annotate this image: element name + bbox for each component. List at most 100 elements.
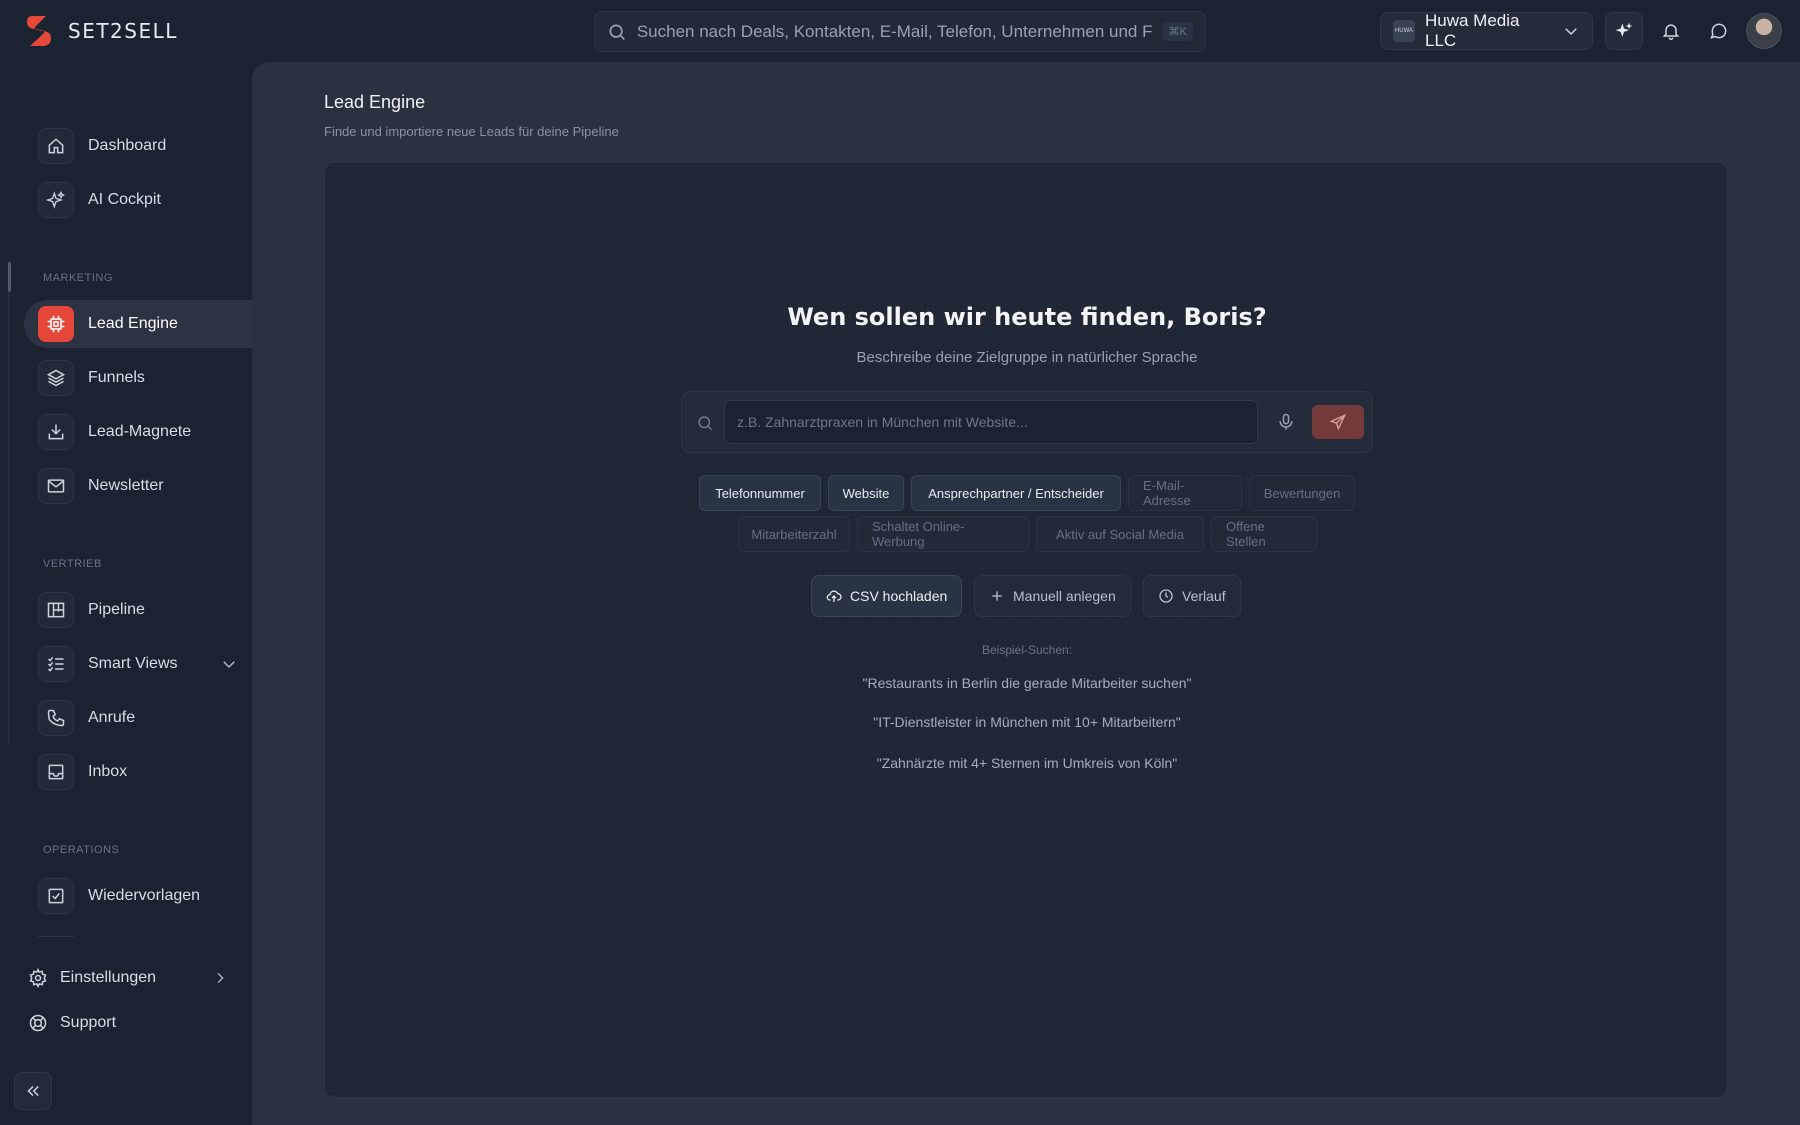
mail-icon bbox=[38, 468, 74, 504]
chip-label: Offene Stellen bbox=[1226, 519, 1266, 549]
ai-sparkle-button[interactable] bbox=[1605, 12, 1643, 50]
finder-prompt bbox=[681, 391, 1373, 453]
finder-input[interactable] bbox=[724, 400, 1258, 444]
sidebar-scrollbar-track bbox=[8, 292, 10, 744]
sidebar-item-newsletter[interactable]: Newsletter bbox=[24, 462, 252, 510]
download-icon bbox=[38, 414, 74, 450]
sidebar-item-smart-views[interactable]: Smart Views bbox=[24, 640, 252, 688]
chip-icon bbox=[38, 306, 74, 342]
sidebar-item-label: Pipeline bbox=[88, 601, 145, 618]
chip-email[interactable]: E-Mail-Adresse bbox=[1128, 475, 1242, 511]
chip-social-media[interactable]: Aktiv auf Social Media bbox=[1036, 516, 1204, 552]
example-search-1[interactable]: "Restaurants in Berlin die gerade Mitarb… bbox=[325, 675, 1727, 691]
csv-upload-button[interactable]: CSV hochladen bbox=[811, 575, 963, 617]
lead-finder-card: Wen sollen wir heute finden, Boris? Besc… bbox=[324, 162, 1728, 1098]
manual-create-label: Manuell anlegen bbox=[1013, 588, 1116, 604]
chip-label: Ansprechpartner / Entscheider bbox=[928, 485, 1104, 501]
gear-icon bbox=[29, 968, 47, 988]
microphone-icon[interactable] bbox=[1276, 412, 1296, 432]
chevron-down-icon[interactable] bbox=[220, 655, 238, 673]
settings-label: Einstellungen bbox=[60, 969, 157, 986]
sidebar-scrollbar-thumb[interactable] bbox=[8, 262, 11, 292]
chevron-right-icon bbox=[217, 972, 224, 984]
csv-upload-label: CSV hochladen bbox=[850, 588, 948, 604]
double-chevron-left-icon bbox=[27, 1085, 39, 1097]
sidebar-item-label: Inbox bbox=[88, 763, 128, 780]
sidebar-item-label: Smart Views bbox=[88, 655, 178, 672]
main-content: Lead Engine Finde und importiere neue Le… bbox=[252, 62, 1800, 1125]
section-label-vertrieb: VERTRIEB bbox=[43, 558, 102, 570]
layers-icon bbox=[38, 360, 74, 396]
workspace-logo: HUWA bbox=[1393, 20, 1415, 42]
example-search-3[interactable]: "Zahnärzte mit 4+ Sternen im Umkreis von… bbox=[325, 755, 1727, 771]
chip-telefonnummer[interactable]: Telefonnummer bbox=[699, 475, 821, 511]
chip-label: E-Mail-Adresse bbox=[1143, 478, 1191, 508]
sidebar-settings[interactable]: Einstellungen bbox=[28, 968, 228, 988]
sidebar-item-lead-engine[interactable]: Lead Engine bbox=[24, 300, 252, 348]
list-check-icon bbox=[38, 646, 74, 682]
sidebar-item-wiedervorlagen[interactable]: Wiedervorlagen bbox=[24, 872, 252, 920]
user-avatar[interactable] bbox=[1746, 13, 1782, 49]
workspace-name: Huwa Media LLC bbox=[1425, 11, 1520, 50]
page-title: Lead Engine bbox=[324, 92, 426, 112]
messages-button[interactable] bbox=[1700, 12, 1738, 50]
clock-icon bbox=[1159, 589, 1173, 603]
chip-label: Aktiv auf Social Media bbox=[1056, 526, 1184, 542]
sparkle-icon bbox=[1615, 22, 1633, 37]
example-search-2[interactable]: "IT-Dienstleister in München mit 10+ Mit… bbox=[325, 714, 1727, 730]
history-button[interactable]: Verlauf bbox=[1143, 575, 1241, 617]
sidebar-item-lead-magnete[interactable]: Lead-Magnete bbox=[24, 408, 252, 456]
sidebar-item-dashboard[interactable]: Dashboard bbox=[24, 122, 252, 170]
chip-label: Bewertungen bbox=[1263, 485, 1341, 501]
sidebar-item-funnels[interactable]: Funnels bbox=[24, 354, 252, 402]
chat-bubble-icon bbox=[1710, 23, 1727, 39]
support-label: Support bbox=[60, 1014, 117, 1031]
manual-create-button[interactable]: Manuell anlegen bbox=[974, 575, 1131, 617]
chip-ansprechpartner[interactable]: Ansprechpartner / Entscheider bbox=[911, 475, 1121, 511]
brand-logo[interactable]: SET2SELL bbox=[24, 14, 178, 48]
send-button[interactable] bbox=[1312, 405, 1364, 439]
sidebar-item-inbox[interactable]: Inbox bbox=[24, 748, 252, 796]
chip-label: Website bbox=[842, 485, 890, 501]
chip-label: Mitarbeiterzahl bbox=[751, 526, 837, 542]
workspace-switcher[interactable]: HUWA Huwa Media LLC bbox=[1380, 11, 1593, 50]
chip-offene-stellen[interactable]: Offene Stellen bbox=[1211, 516, 1317, 552]
search-shortcut: ⌘K bbox=[1162, 22, 1193, 41]
brand-logo-icon bbox=[27, 16, 51, 46]
chip-bewertungen[interactable]: Bewertungen bbox=[1249, 475, 1355, 511]
sidebar-item-label: AI Cockpit bbox=[88, 191, 161, 208]
sidebar-support[interactable]: Support bbox=[28, 1013, 228, 1033]
search-icon bbox=[698, 416, 713, 431]
history-label: Verlauf bbox=[1182, 588, 1226, 604]
chip-label: Telefonnummer bbox=[715, 485, 805, 501]
chip-website[interactable]: Website bbox=[828, 475, 904, 511]
send-icon bbox=[1329, 413, 1347, 431]
collapse-sidebar-button[interactable] bbox=[14, 1072, 52, 1110]
sidebar-item-partial bbox=[38, 936, 74, 944]
notifications-button[interactable] bbox=[1652, 12, 1690, 50]
page-subtitle: Finde und importiere neue Leads für dein… bbox=[324, 124, 619, 139]
sidebar-item-ai-cockpit[interactable]: AI Cockpit bbox=[24, 176, 252, 224]
sidebar-item-anrufe[interactable]: Anrufe bbox=[24, 694, 252, 742]
sidebar-item-label: Anrufe bbox=[88, 709, 136, 726]
sidebar-item-label: Funnels bbox=[88, 369, 145, 386]
chip-label: Schaltet Online-Werbung bbox=[872, 519, 965, 549]
sidebar-item-pipeline[interactable]: Pipeline bbox=[24, 586, 252, 634]
sidebar-item-label: Dashboard bbox=[88, 137, 167, 154]
sidebar-item-label: Newsletter bbox=[88, 477, 164, 494]
chip-mitarbeiterzahl[interactable]: Mitarbeiterzahl bbox=[738, 516, 850, 552]
search-input[interactable] bbox=[636, 21, 1153, 42]
brand-name: SET2SELL bbox=[68, 19, 178, 43]
kanban-icon bbox=[38, 592, 74, 628]
sidebar-item-label: Lead-Magnete bbox=[88, 423, 192, 440]
global-search[interactable]: ⌘K bbox=[594, 11, 1206, 52]
phone-icon bbox=[38, 700, 74, 736]
home-icon bbox=[38, 128, 74, 164]
section-label-marketing: MARKETING bbox=[43, 272, 113, 284]
chip-online-werbung[interactable]: Schaltet Online-Werbung bbox=[857, 516, 1029, 552]
checkbox-icon bbox=[38, 878, 74, 914]
examples-label: Beispiel-Suchen: bbox=[981, 643, 1073, 657]
bell-icon bbox=[1662, 24, 1680, 41]
inbox-icon bbox=[38, 754, 74, 790]
finder-subheading: Beschreibe deine Zielgruppe in natürlich… bbox=[856, 349, 1198, 366]
